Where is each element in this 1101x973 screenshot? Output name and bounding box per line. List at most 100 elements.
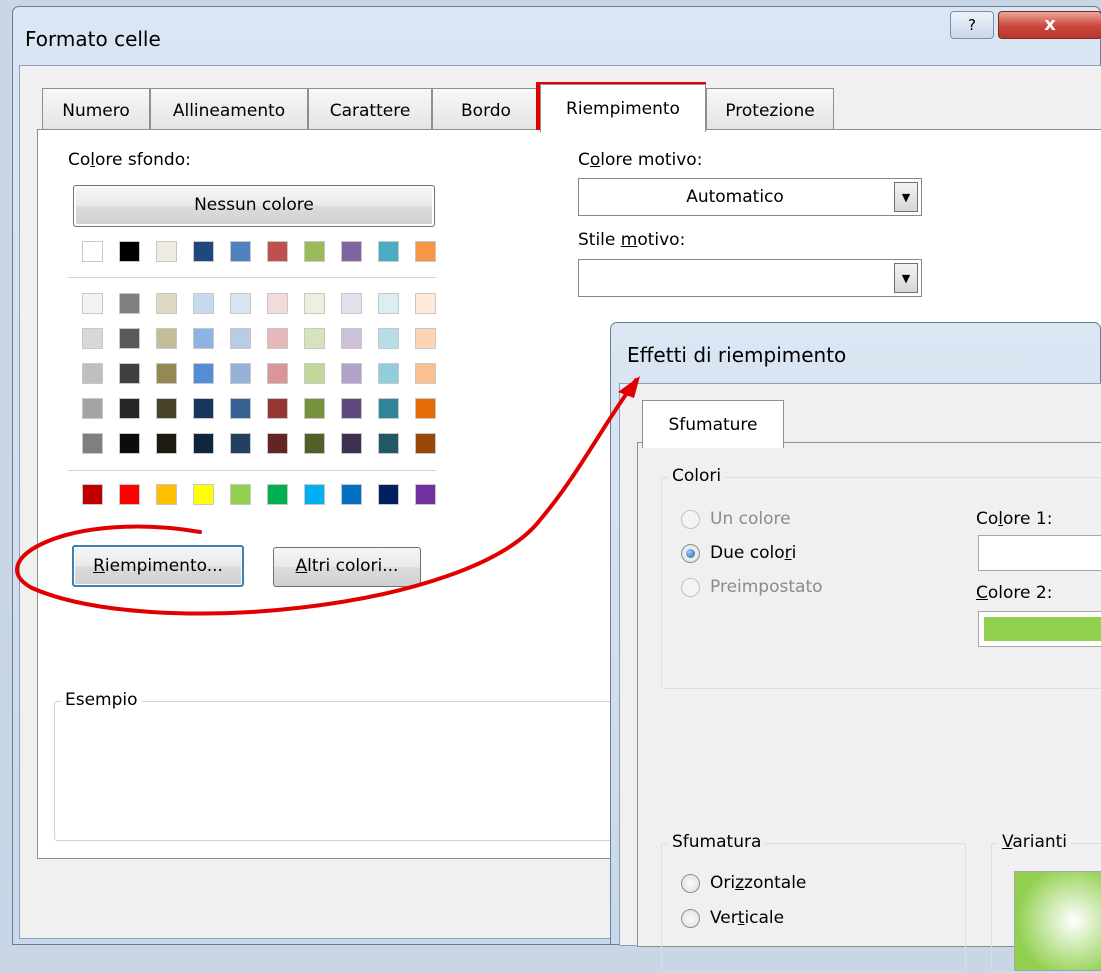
tab-allineamento[interactable]: Allineamento bbox=[150, 88, 308, 132]
vertical-radio[interactable] bbox=[681, 909, 700, 928]
color-swatch[interactable] bbox=[119, 484, 140, 505]
color-swatch[interactable] bbox=[156, 398, 177, 419]
color-swatch[interactable] bbox=[193, 293, 214, 314]
more-colors-button[interactable]: Altri colori... bbox=[273, 547, 421, 587]
color-swatch[interactable] bbox=[119, 363, 140, 384]
chevron-down-icon[interactable]: ▼ bbox=[894, 263, 918, 293]
tab-riempimento[interactable]: Riempimento bbox=[540, 84, 706, 132]
color-swatch[interactable] bbox=[82, 484, 103, 505]
color-swatch[interactable] bbox=[267, 241, 288, 262]
color-swatch[interactable] bbox=[341, 241, 362, 262]
color-swatch[interactable] bbox=[156, 433, 177, 454]
color-swatch[interactable] bbox=[304, 398, 325, 419]
color-swatch[interactable] bbox=[230, 293, 251, 314]
color-swatch[interactable] bbox=[415, 328, 436, 349]
color1-swatch bbox=[983, 540, 1101, 566]
color-swatch[interactable] bbox=[230, 241, 251, 262]
color-swatch[interactable] bbox=[193, 363, 214, 384]
no-color-button[interactable]: Nessun colore bbox=[73, 185, 435, 227]
chevron-down-icon[interactable]: ▼ bbox=[894, 182, 918, 212]
color-swatch[interactable] bbox=[230, 363, 251, 384]
color-swatch[interactable] bbox=[267, 363, 288, 384]
color-swatch[interactable] bbox=[304, 241, 325, 262]
variant-preview[interactable] bbox=[1014, 871, 1101, 971]
help-button[interactable]: ? bbox=[950, 11, 994, 39]
color-swatch[interactable] bbox=[156, 328, 177, 349]
two-colors-radio[interactable] bbox=[681, 544, 700, 563]
color-swatch[interactable] bbox=[267, 328, 288, 349]
color-swatch[interactable] bbox=[378, 328, 399, 349]
color-swatch[interactable] bbox=[119, 328, 140, 349]
horizontal-radio[interactable] bbox=[681, 874, 700, 893]
one-color-radio[interactable] bbox=[681, 510, 700, 529]
preset-radio[interactable] bbox=[681, 578, 700, 597]
color-swatch[interactable] bbox=[82, 398, 103, 419]
color-swatch[interactable] bbox=[304, 363, 325, 384]
color-swatch[interactable] bbox=[267, 398, 288, 419]
close-icon: x bbox=[1044, 14, 1056, 35]
pattern-color-select[interactable]: Automatico ▼ bbox=[578, 178, 922, 216]
color-swatch[interactable] bbox=[378, 484, 399, 505]
pattern-style-select[interactable]: ▼ bbox=[578, 259, 922, 297]
fill-effects-button[interactable]: Riempimento... bbox=[72, 545, 244, 587]
color-swatch[interactable] bbox=[82, 328, 103, 349]
color-swatch[interactable] bbox=[415, 241, 436, 262]
color-swatch[interactable] bbox=[267, 293, 288, 314]
color-swatch[interactable] bbox=[193, 484, 214, 505]
color-swatch[interactable] bbox=[304, 484, 325, 505]
color-swatch[interactable] bbox=[82, 363, 103, 384]
color-swatch[interactable] bbox=[415, 363, 436, 384]
tab-sfumature[interactable]: Sfumature bbox=[642, 400, 784, 448]
color-swatch[interactable] bbox=[156, 484, 177, 505]
color-swatch[interactable] bbox=[341, 484, 362, 505]
color-swatch[interactable] bbox=[119, 293, 140, 314]
color-swatch[interactable] bbox=[415, 484, 436, 505]
color-swatch[interactable] bbox=[230, 328, 251, 349]
tab-bordo[interactable]: Bordo bbox=[432, 88, 540, 132]
color-swatch[interactable] bbox=[193, 398, 214, 419]
palette-theme-row bbox=[82, 241, 442, 265]
color1-picker[interactable] bbox=[978, 535, 1101, 571]
color-swatch[interactable] bbox=[304, 433, 325, 454]
color-swatch[interactable] bbox=[415, 398, 436, 419]
tab-numero[interactable]: Numero bbox=[42, 88, 150, 132]
color-swatch[interactable] bbox=[378, 241, 399, 262]
variants-group-label: Varianti bbox=[998, 832, 1072, 852]
color-swatch[interactable] bbox=[378, 433, 399, 454]
color-swatch[interactable] bbox=[82, 293, 103, 314]
color-swatch[interactable] bbox=[82, 433, 103, 454]
color-swatch[interactable] bbox=[230, 433, 251, 454]
color-swatch[interactable] bbox=[156, 241, 177, 262]
color-swatch[interactable] bbox=[304, 293, 325, 314]
color-swatch[interactable] bbox=[193, 328, 214, 349]
color-swatch[interactable] bbox=[341, 363, 362, 384]
color-swatch[interactable] bbox=[341, 398, 362, 419]
color-swatch[interactable] bbox=[230, 398, 251, 419]
color-swatch[interactable] bbox=[267, 484, 288, 505]
color-swatch[interactable] bbox=[119, 433, 140, 454]
color-swatch[interactable] bbox=[415, 433, 436, 454]
tab-protezione[interactable]: Protezione bbox=[706, 88, 834, 132]
pattern-color-label: Colore motivo: bbox=[578, 150, 703, 170]
color-swatch[interactable] bbox=[230, 484, 251, 505]
tab-carattere[interactable]: Carattere bbox=[308, 88, 432, 132]
color-swatch[interactable] bbox=[415, 293, 436, 314]
color-swatch[interactable] bbox=[156, 363, 177, 384]
color-swatch[interactable] bbox=[156, 293, 177, 314]
color-swatch[interactable] bbox=[119, 398, 140, 419]
color-swatch[interactable] bbox=[82, 241, 103, 262]
color-swatch[interactable] bbox=[119, 241, 140, 262]
color-swatch[interactable] bbox=[341, 328, 362, 349]
color-swatch[interactable] bbox=[341, 433, 362, 454]
one-color-label: Un colore bbox=[710, 509, 791, 529]
color-swatch[interactable] bbox=[341, 293, 362, 314]
close-button[interactable]: x bbox=[998, 11, 1101, 39]
color-swatch[interactable] bbox=[378, 398, 399, 419]
color2-picker[interactable] bbox=[978, 611, 1101, 647]
color-swatch[interactable] bbox=[193, 433, 214, 454]
color-swatch[interactable] bbox=[193, 241, 214, 262]
color-swatch[interactable] bbox=[378, 363, 399, 384]
color-swatch[interactable] bbox=[378, 293, 399, 314]
color-swatch[interactable] bbox=[267, 433, 288, 454]
color-swatch[interactable] bbox=[304, 328, 325, 349]
